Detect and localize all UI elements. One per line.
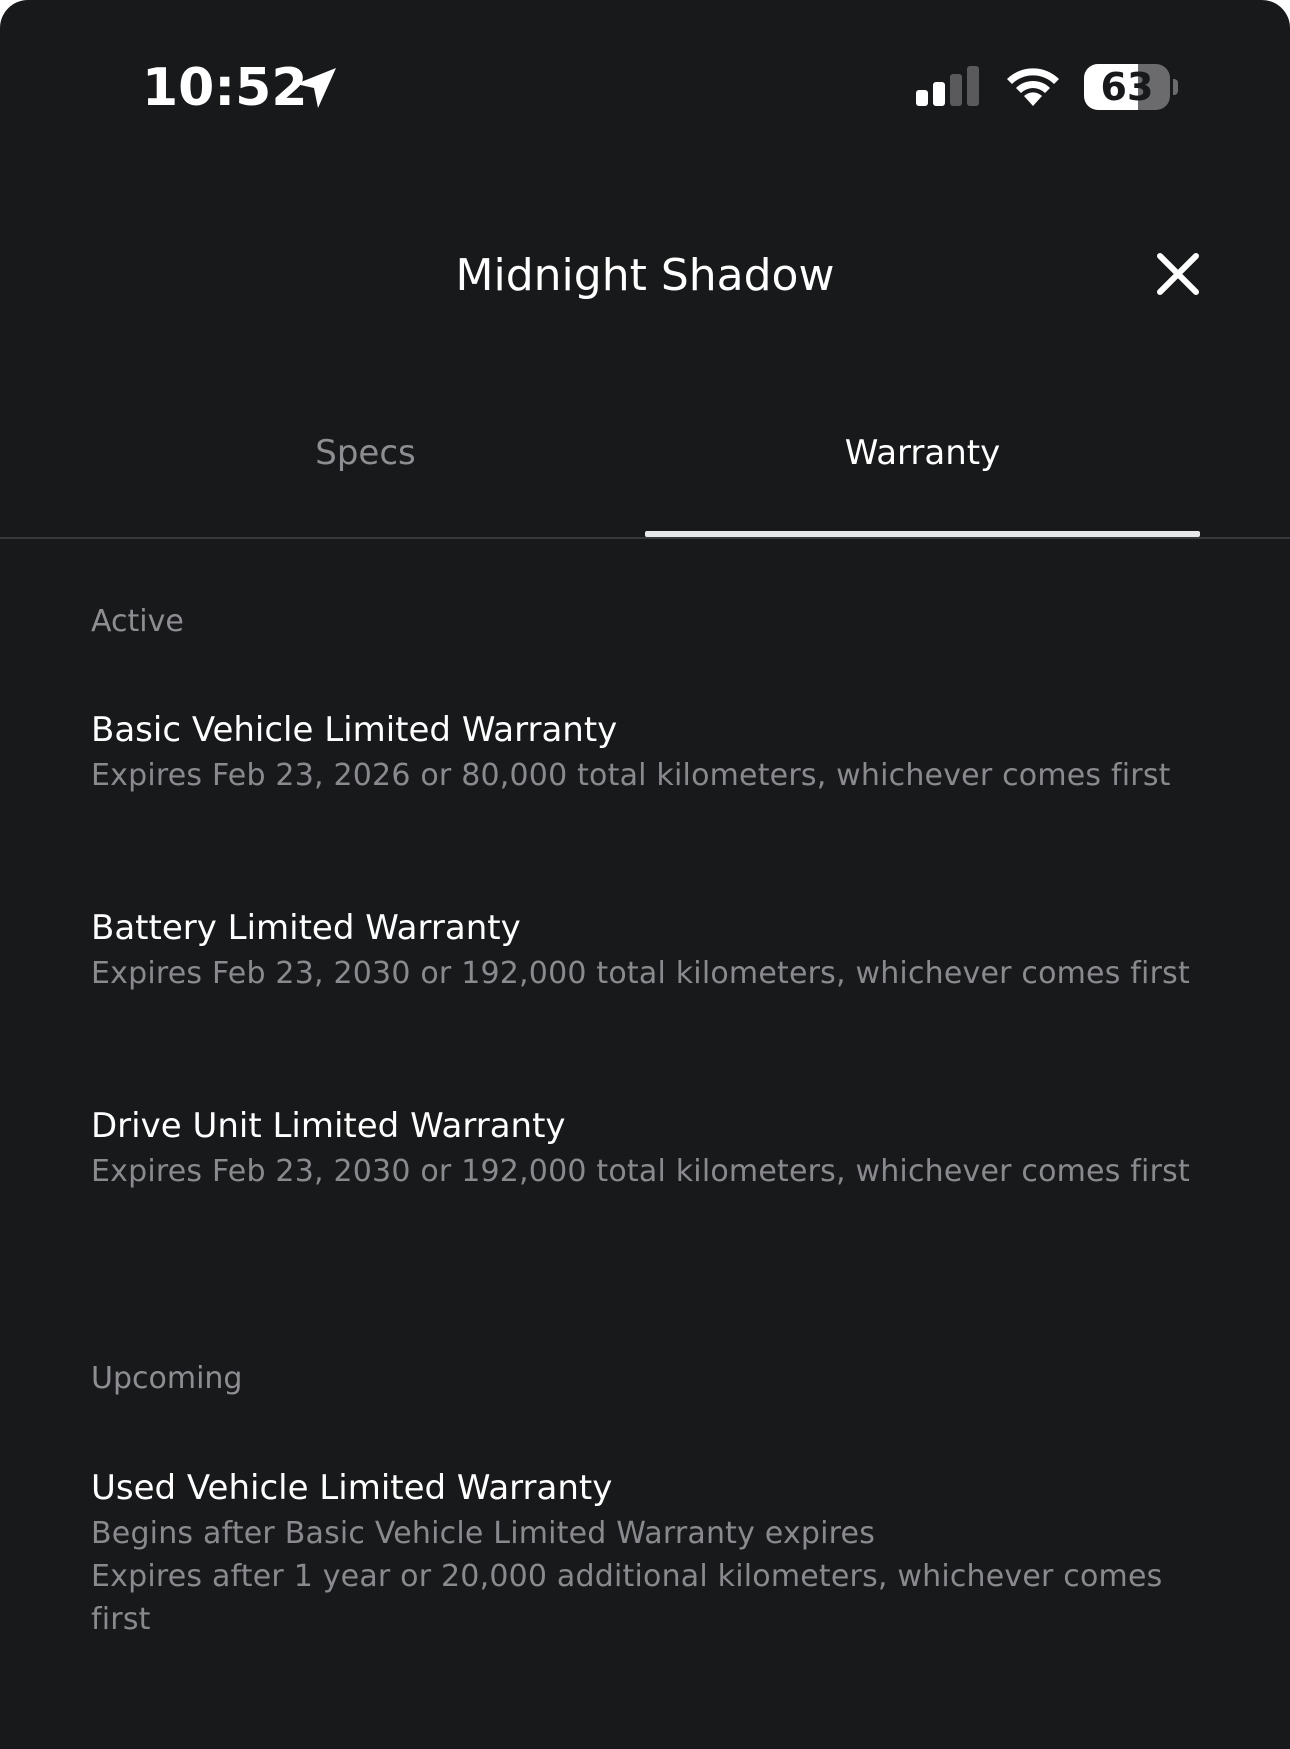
warranty-name: Basic Vehicle Limited Warranty [91,710,618,750]
warranty-detail: Expires after 1 year or 20,000 additiona… [91,1559,1163,1637]
selected-tab-indicator [645,531,1200,537]
warranty-name: Used Vehicle Limited Warranty [91,1468,613,1508]
battery-indicator: 63 [1084,64,1178,110]
battery-icon: 63 [1084,64,1170,110]
warranty-detail: Expires Feb 23, 2026 or 80,000 total kil… [91,758,1171,793]
close-icon[interactable] [1152,248,1204,300]
tab-bar: Specs Warranty [0,420,1290,540]
warranty-detail: Expires Feb 23, 2030 or 192,000 total ki… [91,1154,1190,1189]
battery-level: 63 [1100,65,1154,109]
warranty-detail: Expires Feb 23, 2030 or 192,000 total ki… [91,956,1190,991]
page-title: Midnight Shadow [455,250,835,301]
section-label-active: Active [91,604,184,639]
warranty-begins-detail: Begins after Basic Vehicle Limited Warra… [91,1516,876,1551]
tabs-divider [0,537,1290,539]
warranty-item: Battery Limited Warranty Expires Feb 23,… [91,904,1201,995]
warranty-name: Battery Limited Warranty [91,908,521,948]
wifi-icon [1007,68,1059,106]
battery-tip [1173,79,1178,95]
warranty-item: Basic Vehicle Limited Warranty Expires F… [91,706,1201,797]
cellular-signal-icon [916,66,979,106]
warranty-screen: 10:52 63 Midnight Shadow Specs Warranty … [0,0,1290,1749]
section-label-upcoming: Upcoming [91,1361,243,1396]
tab-warranty[interactable]: Warranty [645,420,1200,540]
location-arrow-icon [296,68,336,108]
warranty-item: Drive Unit Limited Warranty Expires Feb … [91,1102,1201,1193]
warranty-item: Used Vehicle Limited Warranty Begins aft… [91,1464,1201,1641]
status-time: 10:52 [142,58,308,118]
tab-specs[interactable]: Specs [88,420,643,540]
warranty-name: Drive Unit Limited Warranty [91,1106,566,1146]
